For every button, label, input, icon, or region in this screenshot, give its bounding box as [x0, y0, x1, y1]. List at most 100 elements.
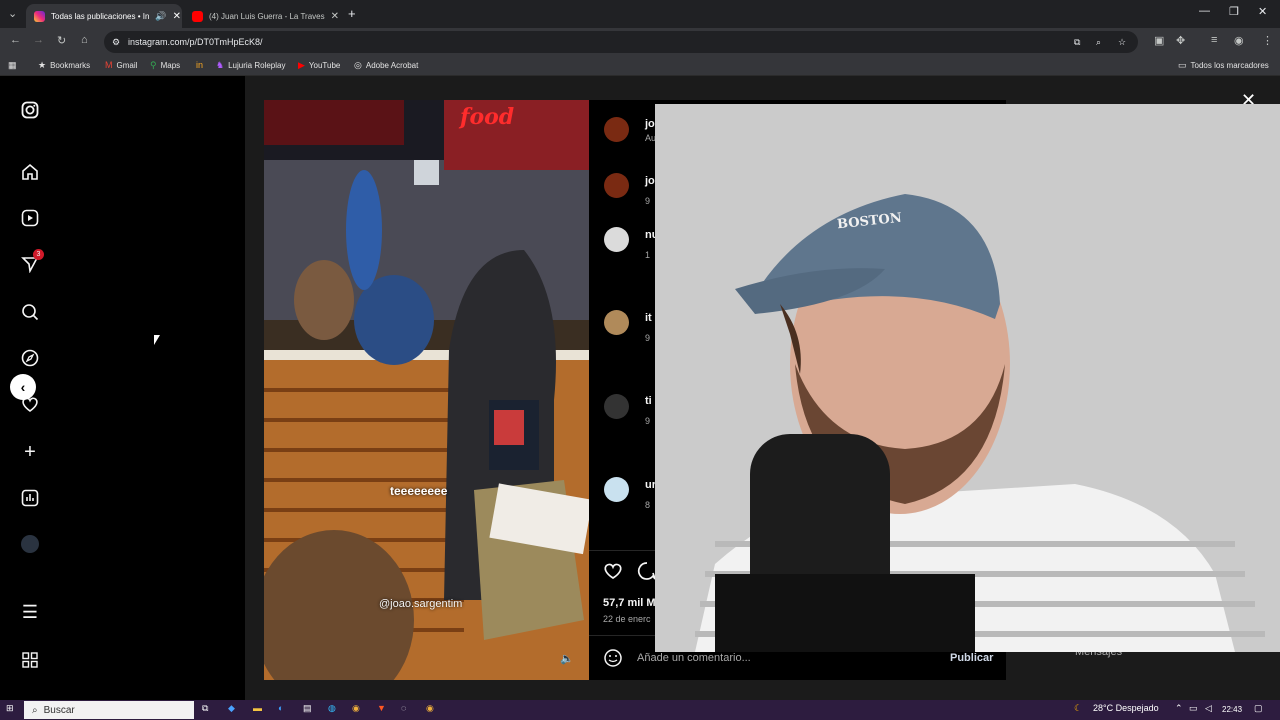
all-bookmarks[interactable]: ▭ Todos los marcadores — [1178, 60, 1269, 71]
comment-username[interactable]: jo — [645, 175, 655, 187]
back-icon[interactable]: ← — [10, 34, 21, 46]
extensions-icon[interactable]: ✥ — [1176, 34, 1185, 47]
zoom-icon[interactable]: ⌕ — [1096, 37, 1101, 48]
default-avatar-icon[interactable] — [604, 227, 629, 252]
minimize-icon[interactable]: — — [1199, 5, 1210, 17]
instagram-sidebar: 3 ‹ + ☰ — [0, 76, 245, 700]
maps-icon: ⚲ — [150, 60, 157, 70]
mute-icon[interactable]: 🔈 — [560, 652, 574, 665]
comment-subtext: 9 — [645, 416, 651, 426]
site-info-icon[interactable]: ⚙ — [112, 37, 120, 48]
bookmark-youtube[interactable]: ▶ YouTube — [298, 60, 340, 71]
avatar[interactable] — [604, 310, 629, 335]
comment-username[interactable]: ti — [645, 395, 652, 407]
bookmark-star-icon[interactable]: ☆ — [1118, 37, 1126, 48]
likes-count[interactable]: 57,7 mil M — [603, 597, 656, 609]
youtube-favicon-icon — [192, 10, 203, 22]
reels-icon[interactable] — [20, 208, 40, 228]
app-icon[interactable]: ◆ — [228, 703, 235, 714]
like-icon[interactable] — [603, 561, 623, 586]
weather-moon-icon: ☾ — [1074, 703, 1083, 713]
file-explorer-icon[interactable]: ▬ — [253, 703, 262, 713]
address-bar[interactable]: ⚙ instagram.com/p/DT0TmHpEcK8/ ⧉ ⌕ ☆ — [104, 31, 1138, 53]
comment-username[interactable]: it — [645, 312, 652, 324]
lujuria-icon: ♞ — [216, 60, 225, 70]
speaker-icon[interactable]: 🔊 — [155, 11, 166, 22]
weather-text[interactable]: 28°C Despejado — [1093, 703, 1159, 713]
sign-text: food — [460, 104, 515, 130]
browser-toolbar: ← → ↻ ⌂ ⚙ instagram.com/p/DT0TmHpEcK8/ ⧉… — [0, 28, 1280, 56]
extension-badge-icon[interactable]: ▣ — [1154, 34, 1164, 47]
browser-tab-bar: ⌄ Todas las publicaciones • In 🔊 ✕ (4) J… — [0, 0, 1280, 28]
tab-instagram[interactable]: Todas las publicaciones • In 🔊 ✕ — [26, 4, 182, 28]
comment-input[interactable]: Añade un comentario... — [637, 652, 751, 664]
install-icon[interactable]: ⧉ — [1074, 37, 1080, 48]
forward-icon[interactable]: → — [33, 34, 44, 46]
avatar[interactable] — [604, 394, 629, 419]
bookmark-lujuria-roleplay[interactable]: ♞ Lujuria Roleplay — [216, 60, 285, 71]
bookmark-gmail[interactable]: M Gmail — [105, 60, 137, 70]
home-nav-icon[interactable] — [20, 162, 40, 182]
profile-avatar-icon[interactable] — [20, 534, 40, 554]
screen: ⌄ Todas las publicaciones • In 🔊 ✕ (4) J… — [0, 0, 1280, 720]
more-menu-icon[interactable]: ☰ — [20, 602, 40, 622]
comment-subtext: 9 — [645, 333, 651, 343]
menu-icon[interactable]: ⋮ — [1262, 34, 1273, 47]
avatar[interactable] — [604, 173, 629, 198]
notifications-icon[interactable]: ▢ — [1254, 703, 1263, 714]
profile-icon[interactable]: ◉ — [1234, 34, 1244, 47]
tab-youtube[interactable]: (4) Juan Luis Guerra - La Traves ✕ — [184, 4, 340, 28]
in-icon: in — [196, 60, 204, 70]
edge-icon[interactable]: ◍ — [328, 703, 336, 714]
bookmarks-bar: ▦ ★ Bookmarks M Gmail ⚲ Maps in ♞ Lujuria Ro… — [0, 56, 1280, 76]
tray-chevron-icon[interactable]: ⌃ — [1175, 703, 1183, 714]
emoji-icon[interactable] — [603, 648, 623, 673]
task-view-icon[interactable]: ⧉ — [202, 703, 208, 714]
dashboard-icon[interactable] — [20, 488, 40, 508]
avatar[interactable] — [604, 477, 629, 502]
windows-taskbar: ⊞ ⌕ Buscar ⧉ ◆ ▬ ◐ ▤ ◍ ◉ ▼ ◌ ◉ ☾ 28°C Des… — [0, 700, 1280, 720]
volume-icon[interactable]: ◁ — [1205, 703, 1212, 714]
network-icon[interactable]: ▭ — [1189, 703, 1198, 714]
comment-icon[interactable] — [637, 561, 657, 586]
close-tab-icon[interactable]: ✕ — [173, 11, 181, 22]
app-icon[interactable]: ◌ — [401, 703, 406, 713]
reload-icon[interactable]: ↻ — [57, 34, 66, 47]
media-icon[interactable]: ≡ — [1211, 34, 1217, 46]
comment-username[interactable]: jo — [645, 118, 655, 130]
home-icon[interactable]: ⌂ — [81, 34, 88, 46]
close-window-icon[interactable]: ✕ — [1258, 5, 1267, 18]
bookmark-adobe-acrobat[interactable]: ◎ Adobe Acrobat — [354, 60, 418, 71]
chrome-icon[interactable]: ◉ — [352, 703, 360, 714]
carousel-previous-icon[interactable]: ‹ — [10, 374, 36, 400]
explore-icon[interactable] — [20, 348, 40, 368]
post-video[interactable]: food teeeeeeee @joao.sargentim 🔈 — [264, 100, 589, 680]
apps-icon[interactable]: ▦ — [8, 60, 17, 71]
brave-icon[interactable]: ▼ — [377, 703, 386, 713]
bookmark-bookmarks[interactable]: ★ Bookmarks — [38, 60, 90, 71]
comment-subtext: 8 — [645, 500, 651, 510]
bookmark-in[interactable]: in — [196, 60, 203, 70]
app-icon[interactable]: ◐ — [278, 703, 283, 713]
taskbar-search[interactable]: ⌕ Buscar — [24, 701, 194, 719]
restore-icon[interactable]: ❐ — [1229, 5, 1239, 18]
store-icon[interactable]: ▤ — [303, 703, 312, 714]
new-tab-icon[interactable]: + — [348, 6, 356, 21]
also-from-meta-icon[interactable] — [20, 650, 40, 670]
create-icon[interactable]: + — [20, 441, 40, 463]
tab-search-icon[interactable]: ⌄ — [8, 7, 17, 20]
webcam-feed — [655, 104, 1280, 652]
clock[interactable]: 22:43 — [1222, 705, 1242, 714]
bookmark-maps[interactable]: ⚲ Maps — [150, 60, 180, 71]
instagram-logo-icon[interactable] — [20, 100, 40, 120]
publish-button[interactable]: Publicar — [950, 652, 993, 664]
avatar[interactable] — [604, 117, 629, 142]
chrome-active-icon[interactable]: ◉ — [426, 703, 434, 714]
search-nav-icon[interactable] — [20, 302, 40, 322]
tab-title: (4) Juan Luis Guerra - La Traves — [209, 11, 325, 21]
post-date: 22 de enerc — [603, 614, 651, 624]
messages-nav-icon[interactable]: 3 — [20, 249, 44, 274]
acrobat-icon: ◎ — [354, 60, 362, 70]
start-icon[interactable]: ⊞ — [6, 703, 14, 714]
close-tab-icon[interactable]: ✕ — [331, 11, 339, 22]
